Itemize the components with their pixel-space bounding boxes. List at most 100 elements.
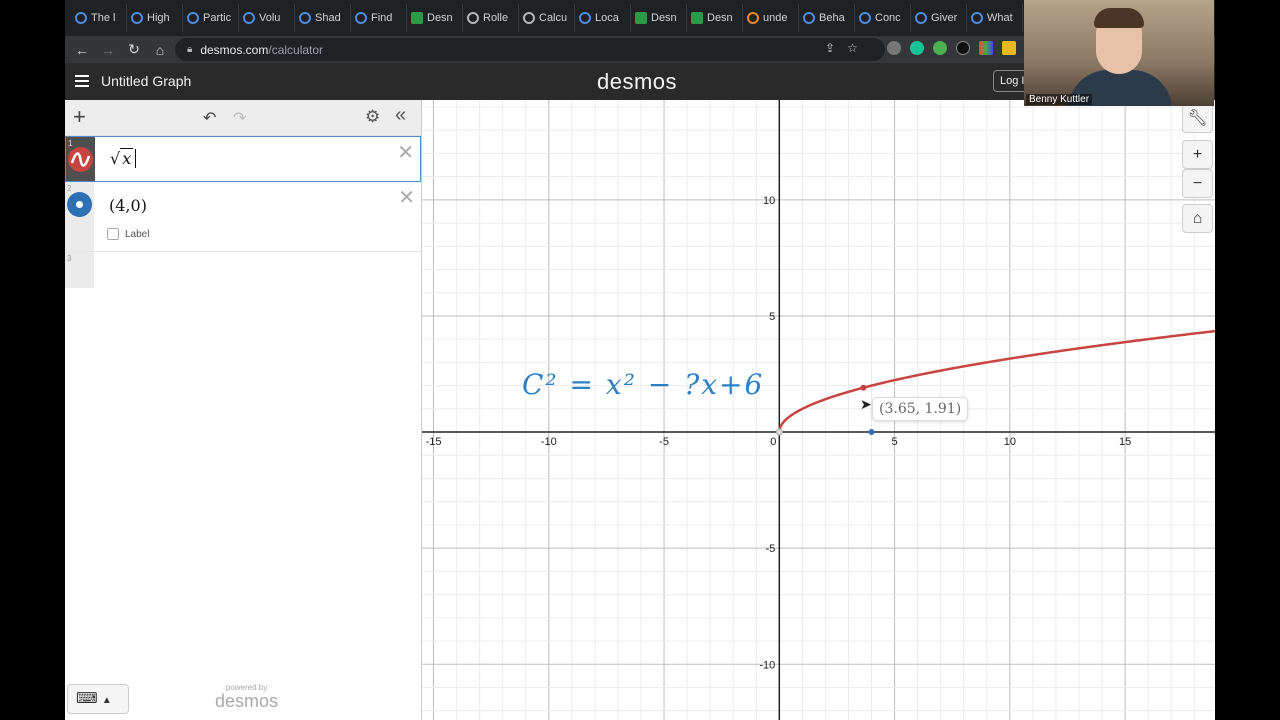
label-checkbox[interactable]: [107, 228, 119, 240]
browser-tab[interactable]: Volu: [239, 4, 295, 32]
browser-tab-label: Desn: [651, 12, 677, 24]
gear-icon[interactable]: ⚙: [365, 107, 380, 127]
x-tick-label: 0: [770, 436, 776, 448]
browser-tab-label: Beha: [819, 12, 845, 24]
collapse-panel-icon[interactable]: «: [395, 104, 406, 127]
expression-input[interactable]: √ x: [110, 148, 137, 168]
graph-canvas[interactable]: -15 -10 -5 0 5 10 15 10 5 -5 -10: [422, 100, 1215, 720]
undo-icon[interactable]: ↶: [203, 108, 216, 128]
reload-icon[interactable]: ↻: [121, 41, 147, 58]
star-icon[interactable]: ☆: [847, 41, 858, 55]
mouse-cursor-icon: ➤: [860, 396, 872, 412]
x-tick-label: 10: [1004, 436, 1016, 448]
address-bar[interactable]: 🔒︎ desmos.com/calculator: [175, 38, 885, 61]
x-tick-label: 5: [892, 436, 898, 448]
y-tick-label: -10: [759, 659, 775, 671]
handwritten-annotation: C² = x² − ?x+6: [522, 368, 765, 401]
browser-tab[interactable]: Desn: [687, 4, 743, 32]
graph-title[interactable]: Untitled Graph: [101, 73, 191, 89]
circle-orange-icon: [747, 12, 759, 24]
browser-tab[interactable]: Shad: [295, 4, 351, 32]
x-tick-label: 15: [1119, 436, 1131, 448]
extension-icons: [887, 41, 1016, 55]
curve-icon[interactable]: [68, 147, 93, 172]
expression-tab[interactable]: 2: [65, 182, 94, 251]
add-expression-icon[interactable]: +: [73, 104, 86, 130]
browser-tab-label: Calcu: [539, 12, 568, 24]
browser-tab[interactable]: Calcu: [519, 4, 575, 32]
browser-tab-label: Partic: [203, 12, 232, 24]
browser-window: The l High Partic Volu Shad Find Desn Rolle Calc…: [65, 0, 1215, 720]
desmos-icon: [299, 12, 311, 24]
caret-up-icon: ▲: [101, 695, 112, 706]
desmos-icon: [859, 12, 871, 24]
browser-tab-label: Rolle: [483, 12, 509, 24]
browser-tab[interactable]: Beha: [799, 4, 855, 32]
y-tick-label: 5: [769, 311, 775, 323]
delete-expression-icon[interactable]: ✕: [398, 185, 415, 210]
x-tick-label: -15: [426, 436, 442, 448]
presenter-name: Benny Kuttler: [1026, 94, 1093, 105]
browser-tab-label: Volu: [259, 12, 281, 24]
desmos-logo: desmos: [597, 69, 678, 94]
expression-tab[interactable]: 3: [65, 252, 94, 288]
point-coordinate-tooltip: (3.65, 1.91): [872, 397, 969, 421]
extension-icon[interactable]: [887, 41, 901, 55]
extension-icon[interactable]: [956, 41, 970, 55]
expression-tab[interactable]: 1: [66, 137, 95, 181]
expression-input[interactable]: (4,0): [109, 196, 147, 215]
browser-tab-label: Desn: [427, 12, 453, 24]
browser-tab[interactable]: The l: [71, 4, 127, 32]
powered-by-desmos[interactable]: powered by desmos: [215, 684, 279, 711]
desmos-icon: [355, 12, 367, 24]
extension-icon[interactable]: [979, 41, 993, 55]
expression-row-1[interactable]: 1 √ x ✕: [65, 136, 421, 182]
keyboard-toggle[interactable]: ⌨ ▲: [67, 684, 129, 714]
menu-icon[interactable]: [75, 75, 89, 87]
extension-icon[interactable]: [1002, 41, 1016, 55]
browser-tab-label: Shad: [315, 12, 341, 24]
label-option[interactable]: Label: [107, 228, 149, 240]
y-tick-label: -5: [766, 543, 776, 555]
browser-tab[interactable]: Loca: [575, 4, 631, 32]
browser-tab[interactable]: unde: [743, 4, 799, 32]
powered-by-brand: desmos: [215, 691, 279, 711]
browser-tab[interactable]: Find: [351, 4, 407, 32]
browser-tab[interactable]: Giver: [911, 4, 967, 32]
browser-tab[interactable]: Rolle: [463, 4, 519, 32]
browser-tab[interactable]: Desn: [631, 4, 687, 32]
share-icon[interactable]: ⇪: [825, 41, 835, 55]
wrench-icon[interactable]: 🔧︎: [1182, 104, 1213, 133]
zoom-out-button[interactable]: −: [1182, 169, 1213, 198]
browser-tab-label: Find: [371, 12, 393, 24]
desmos-icon: [75, 12, 87, 24]
label-checkbox-text: Label: [125, 228, 150, 240]
home-view-icon[interactable]: ⌂: [1182, 204, 1213, 233]
expression-row-3[interactable]: 3: [65, 252, 421, 288]
redo-icon[interactable]: ↷: [233, 108, 246, 128]
back-icon[interactable]: ←: [69, 42, 95, 58]
browser-tab-label: unde: [763, 12, 788, 24]
browser-tab[interactable]: High: [127, 4, 183, 32]
forward-icon[interactable]: →: [95, 42, 121, 58]
point-icon[interactable]: [67, 192, 92, 217]
delete-expression-icon[interactable]: ✕: [397, 140, 414, 165]
expression-row-2[interactable]: 2 (4,0) ✕ Label: [65, 182, 421, 252]
browser-tab-label: What: [987, 12, 1013, 24]
shield-icon[interactable]: [933, 41, 947, 55]
browser-tab[interactable]: What: [967, 4, 1023, 32]
webcam-overlay: Benny Kuttler: [1024, 0, 1214, 106]
browser-tab[interactable]: Desn: [407, 4, 463, 32]
zoom-in-button[interactable]: +: [1182, 140, 1213, 169]
browser-tab-label: Desn: [707, 12, 733, 24]
desmos-icon: [131, 12, 143, 24]
grammarly-icon[interactable]: [910, 41, 924, 55]
browser-tab[interactable]: Partic: [183, 4, 239, 32]
desmos-green-icon: [411, 12, 423, 24]
home-icon[interactable]: ⌂: [147, 42, 173, 58]
sqrt-symbol: √: [110, 149, 121, 168]
graph-paper[interactable]: -15 -10 -5 0 5 10 15 10 5 -5 -10 C² = x² − ?x+6 ➤ …: [422, 100, 1215, 720]
browser-tab[interactable]: Conc: [855, 4, 911, 32]
expression-toolbar: + ↶ ↷ ⚙ «: [65, 100, 421, 136]
lock-icon: 🔒︎: [187, 44, 193, 55]
